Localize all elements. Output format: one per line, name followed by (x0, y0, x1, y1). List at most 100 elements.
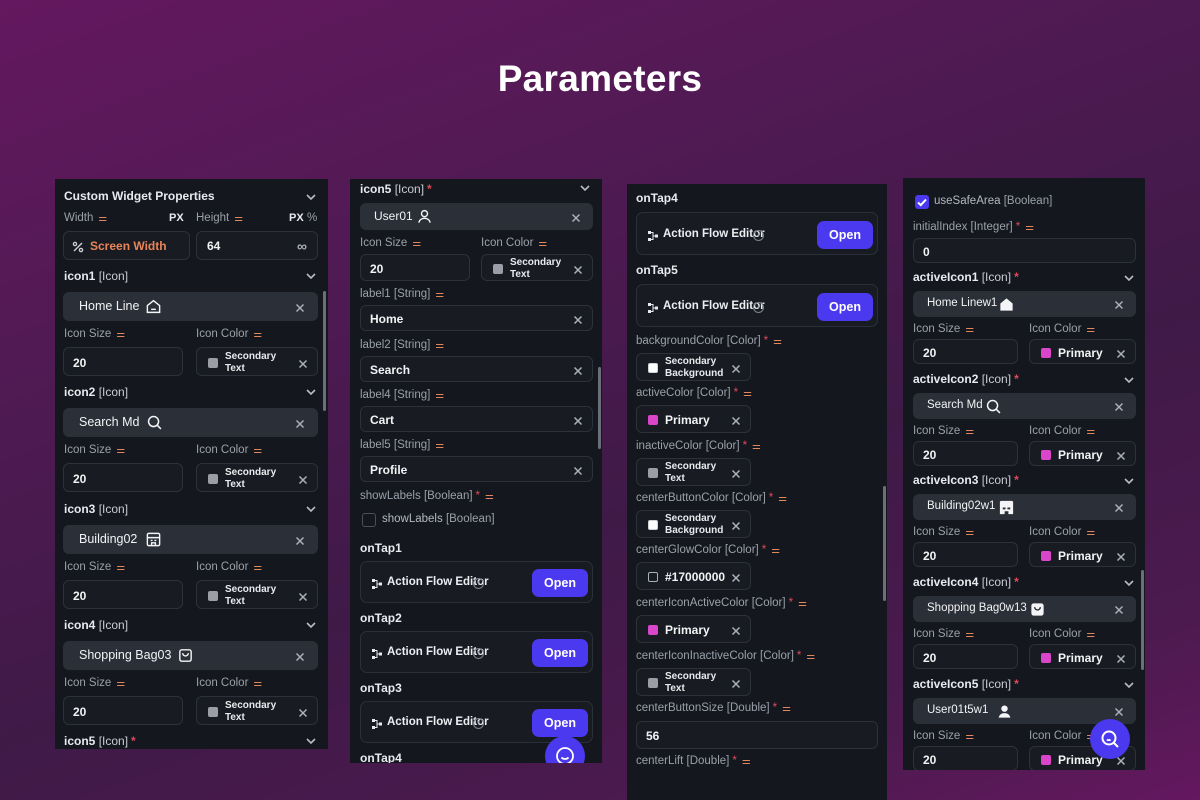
chevron-down-icon[interactable] (303, 268, 319, 284)
clear-icon[interactable] (1113, 501, 1125, 513)
tune-icon[interactable]: ⚌ (234, 213, 243, 224)
clear-color-icon[interactable] (1115, 449, 1127, 461)
tune-icon[interactable]: ⚌ (116, 329, 125, 340)
chevron-down-icon[interactable] (303, 501, 319, 517)
show-labels-checkbox[interactable] (362, 513, 376, 527)
tune-icon[interactable]: ⚌ (1086, 426, 1095, 437)
tune-icon[interactable]: ⚌ (435, 390, 444, 401)
tune-icon[interactable]: ⚌ (98, 213, 107, 224)
tune-icon[interactable]: ⚌ (778, 493, 787, 504)
clear-color-icon[interactable] (730, 624, 742, 636)
clear-color-icon[interactable] (1115, 347, 1127, 359)
tune-icon[interactable]: ⚌ (965, 527, 974, 538)
open-button[interactable]: Open (817, 221, 873, 249)
chevron-down-icon[interactable] (303, 189, 319, 205)
chevron-down-icon[interactable] (1121, 270, 1137, 286)
icon-size-field[interactable]: 20 (913, 542, 1018, 567)
icon-size-field[interactable]: 20 (63, 463, 183, 492)
icon-size-field[interactable]: 20 (913, 746, 1018, 770)
clear-icon[interactable] (294, 534, 306, 546)
tune-icon[interactable]: ⚌ (253, 445, 262, 456)
icon-size-field[interactable]: 20 (913, 644, 1018, 669)
icon-color-field[interactable]: Secondary Text (196, 580, 318, 609)
centerIconActiveColor-field[interactable]: Primary (636, 615, 751, 643)
chevron-down-icon[interactable] (1121, 677, 1137, 693)
tune-icon[interactable]: ⚌ (1086, 629, 1095, 640)
clear-color-icon[interactable] (730, 571, 742, 583)
info-icon[interactable]: i (753, 230, 764, 241)
clear-color-icon[interactable] (297, 357, 309, 369)
icon-selector-3[interactable]: Building02 (63, 525, 318, 554)
percent-unit[interactable]: % (307, 212, 317, 224)
tune-icon[interactable]: ⚌ (485, 491, 494, 502)
tune-icon[interactable]: ⚌ (771, 545, 780, 556)
scrollbar[interactable] (323, 291, 326, 411)
chevron-down-icon[interactable] (1121, 473, 1137, 489)
clear-color-icon[interactable] (730, 467, 742, 479)
clear-icon[interactable] (1113, 603, 1125, 615)
open-button[interactable]: Open (817, 293, 873, 321)
clear-color-icon[interactable] (730, 414, 742, 426)
icon-color-field[interactable]: Primary (1029, 441, 1136, 466)
info-icon[interactable]: i (473, 648, 484, 659)
scrollbar[interactable] (1141, 570, 1144, 670)
icon-size-field[interactable]: 20 (63, 580, 183, 609)
tune-icon[interactable]: ⚌ (253, 678, 262, 689)
clear-icon[interactable] (572, 414, 584, 426)
icon-color-field[interactable]: Primary (1029, 339, 1136, 364)
clear-icon[interactable] (572, 464, 584, 476)
active-icon-selector-1[interactable]: Home Linew1 (913, 291, 1136, 317)
icon-size-field[interactable]: 20 (360, 254, 470, 281)
chevron-down-icon[interactable] (577, 180, 593, 196)
scrollbar[interactable] (598, 367, 601, 449)
tune-icon[interactable]: ⚌ (116, 678, 125, 689)
tune-icon[interactable]: ⚌ (253, 329, 262, 340)
tune-icon[interactable]: ⚌ (116, 562, 125, 573)
icon-color-field[interactable]: Primary (1029, 644, 1136, 669)
tune-icon[interactable]: ⚌ (1086, 324, 1095, 335)
centerGlowColor-field[interactable]: #17000000 (636, 562, 751, 590)
tune-icon[interactable]: ⚌ (538, 238, 547, 249)
tune-icon[interactable]: ⚌ (743, 388, 752, 399)
icon-size-field[interactable]: 20 (913, 441, 1018, 466)
chevron-down-icon[interactable] (303, 733, 319, 749)
icon-selector-2[interactable]: Search Md (63, 408, 318, 437)
tune-icon[interactable]: ⚌ (965, 426, 974, 437)
clear-color-icon[interactable] (297, 590, 309, 602)
clear-icon[interactable] (294, 650, 306, 662)
center-button-size-field[interactable]: 56 (636, 721, 878, 749)
backgroundColor-field[interactable]: Secondary Background (636, 353, 751, 381)
icon-size-field[interactable]: 20 (63, 696, 183, 725)
active-icon-selector-2[interactable]: Search Md (913, 393, 1136, 419)
tune-icon[interactable]: ⚌ (752, 441, 761, 452)
scrollbar[interactable] (883, 486, 886, 601)
active-icon-selector-3[interactable]: Building02w1 (913, 494, 1136, 520)
open-button[interactable]: Open (532, 709, 588, 737)
height-field[interactable]: 64 ∞ (196, 231, 318, 260)
clear-color-icon[interactable] (572, 263, 584, 275)
width-field[interactable]: Screen Width (63, 231, 190, 260)
clear-color-icon[interactable] (730, 519, 742, 531)
icon-color-field[interactable]: Secondary Text (196, 696, 318, 725)
clear-color-icon[interactable] (297, 473, 309, 485)
clear-icon[interactable] (294, 301, 306, 313)
icon-selector-4[interactable]: Shopping Bag03 (63, 641, 318, 670)
info-icon[interactable]: i (753, 302, 764, 313)
tune-icon[interactable]: ⚌ (806, 651, 815, 662)
icon-selector-5[interactable]: User01 (360, 203, 593, 230)
tune-icon[interactable]: ⚌ (742, 756, 751, 767)
icon-color-field[interactable]: Secondary Text (481, 254, 593, 281)
tune-icon[interactable]: ⚌ (435, 340, 444, 351)
tune-icon[interactable]: ⚌ (253, 562, 262, 573)
clear-color-icon[interactable] (1115, 652, 1127, 664)
tune-icon[interactable]: ⚌ (435, 440, 444, 451)
tune-icon[interactable]: ⚌ (773, 336, 782, 347)
chevron-down-icon[interactable] (303, 384, 319, 400)
info-icon[interactable]: i (473, 578, 484, 589)
tune-icon[interactable]: ⚌ (965, 324, 974, 335)
icon-color-field[interactable]: Secondary Text (196, 347, 318, 376)
tune-icon[interactable]: ⚌ (798, 598, 807, 609)
clear-icon[interactable] (1113, 400, 1125, 412)
search-fab-button[interactable] (1090, 719, 1130, 759)
chevron-down-icon[interactable] (1121, 575, 1137, 591)
